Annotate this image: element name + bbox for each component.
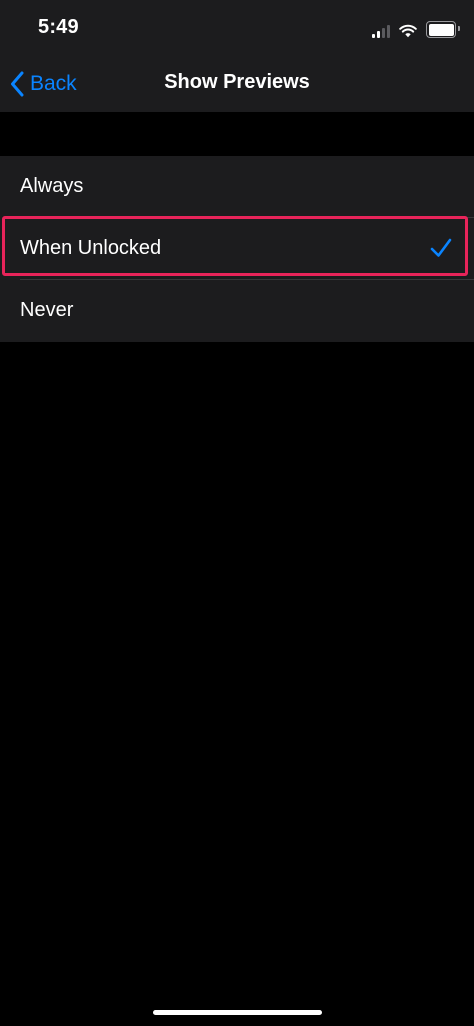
status-bar: 5:49 <box>0 0 474 58</box>
option-label: Never <box>20 299 74 321</box>
battery-icon <box>426 21 460 38</box>
wifi-icon <box>399 24 417 38</box>
navigation-bar: Back Show Previews <box>0 58 474 112</box>
highlight-annotation <box>2 216 468 276</box>
home-indicator[interactable] <box>153 1010 322 1015</box>
page-title: Show Previews <box>164 71 310 93</box>
option-never[interactable]: Never <box>0 280 474 342</box>
status-icons <box>372 20 460 38</box>
signal-icon <box>372 24 390 38</box>
option-always[interactable]: Always <box>0 156 474 218</box>
option-label: Always <box>20 175 84 197</box>
status-time: 5:49 <box>38 16 79 38</box>
